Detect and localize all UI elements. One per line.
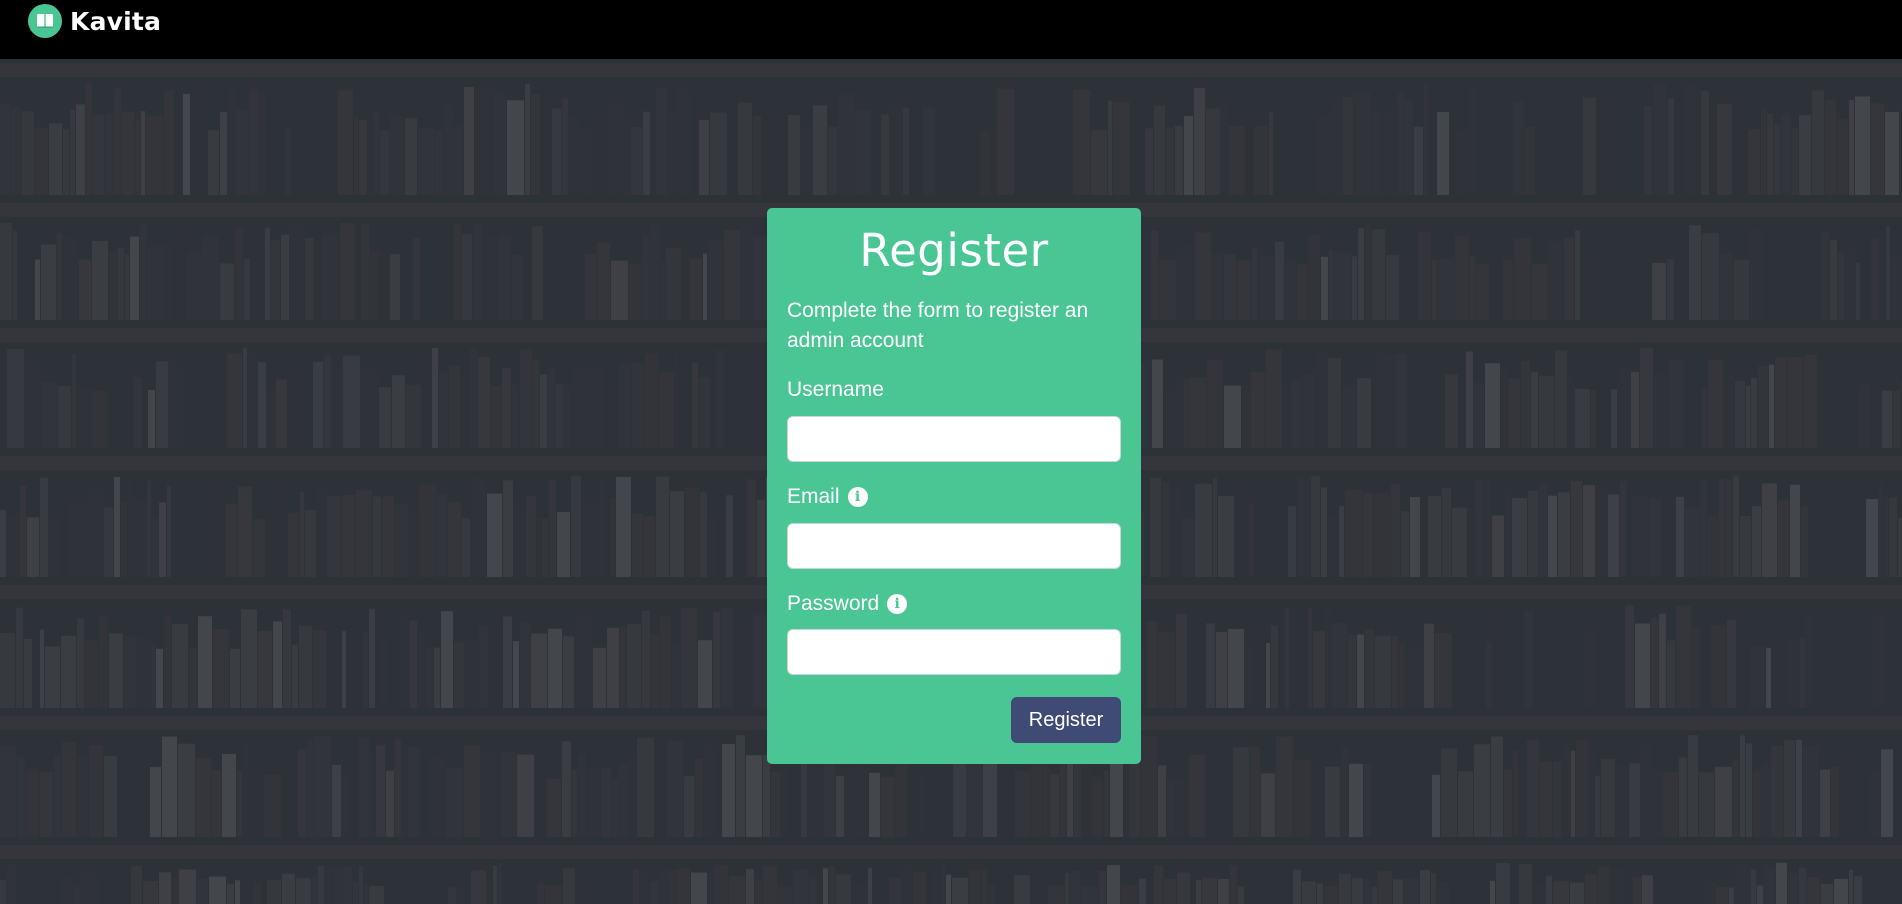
book-icon (28, 4, 62, 38)
password-label: Password i (787, 592, 908, 616)
password-input[interactable] (787, 629, 1121, 675)
username-label: Username (787, 378, 884, 402)
brand-home-link[interactable]: Kavita (28, 4, 161, 38)
register-title: Register (859, 224, 1049, 277)
register-button[interactable]: Register (1011, 697, 1121, 743)
email-input[interactable] (787, 523, 1121, 569)
email-label-text: Email (787, 485, 840, 508)
brand-name: Kavita (70, 6, 162, 36)
email-label: Email i (787, 485, 868, 509)
username-label-text: Username (787, 378, 884, 401)
email-info-icon[interactable]: i (847, 487, 868, 507)
register-subtitle: Complete the form to register an admin a… (787, 299, 1089, 352)
username-input[interactable] (787, 416, 1121, 462)
password-info-icon[interactable]: i (887, 594, 908, 614)
register-card: Register Complete the form to register a… (767, 208, 1141, 764)
top-navbar: Kavita (0, 0, 1902, 59)
password-label-text: Password (787, 592, 880, 615)
